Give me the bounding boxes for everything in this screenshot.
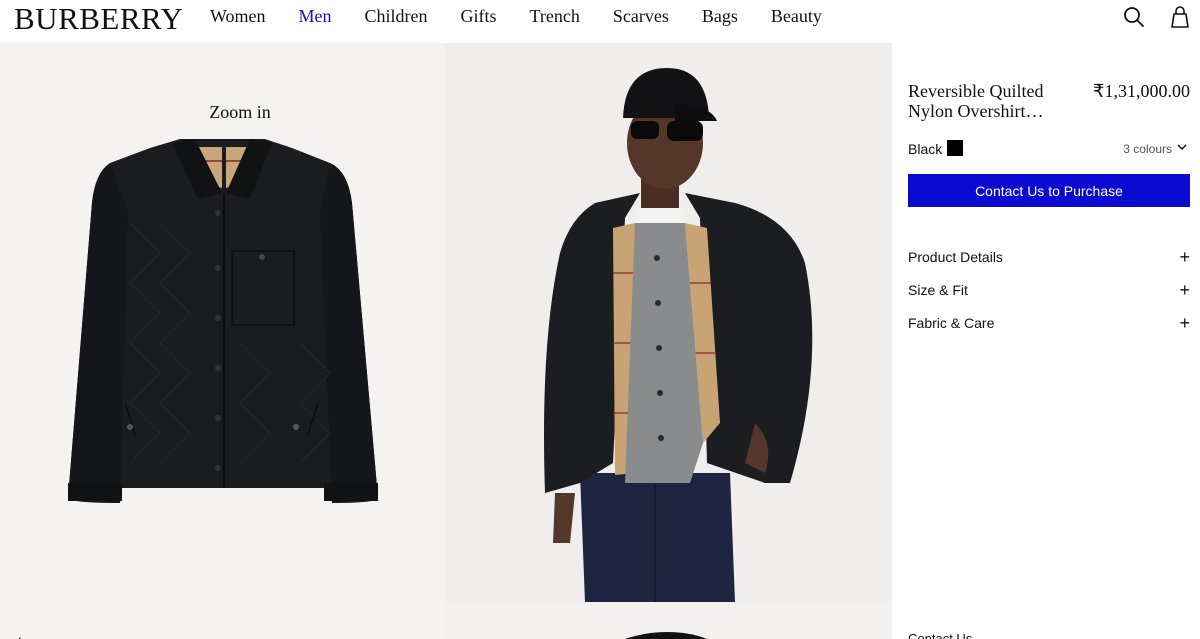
accordion-fabric-care[interactable]: Fabric & Care + [908, 312, 1190, 334]
jacket-flat-image [68, 139, 378, 503]
main-nav: Women Men Children Gifts Trench Scarves … [210, 6, 855, 27]
plus-icon: + [1179, 313, 1190, 333]
accordion-label: Product Details [908, 249, 1003, 265]
selected-colour-name: Black [908, 141, 943, 157]
gallery-image-model[interactable] [445, 43, 892, 602]
nav-item-bags[interactable]: Bags [702, 6, 738, 27]
site-header: BURBERRY Women Men Children Gifts Trench… [0, 0, 1200, 43]
nav-item-men[interactable]: Men [299, 6, 332, 27]
product-info-panel: Reversible Quilted Nylon Overshirt… ₹1,3… [892, 43, 1200, 639]
contact-us-link[interactable]: Contact Us [908, 631, 972, 639]
product-title: Reversible Quilted Nylon Overshirt… [908, 81, 1044, 121]
nav-item-gifts[interactable]: Gifts [461, 6, 497, 27]
nav-item-beauty[interactable]: Beauty [771, 6, 822, 27]
plus-icon: + [1179, 280, 1190, 300]
product-price: ₹1,31,000.00 [1093, 81, 1190, 101]
accordion-size-fit[interactable]: Size & Fit + [908, 279, 1190, 301]
colour-selector[interactable]: 3 colours [1123, 141, 1188, 156]
nav-item-women[interactable]: Women [210, 6, 266, 27]
previous-image-icon[interactable]: ‹ [17, 631, 22, 639]
chevron-down-icon [1176, 141, 1188, 156]
zoom-in-label[interactable]: Zoom in [0, 102, 480, 123]
brand-logo[interactable]: BURBERRY [14, 1, 183, 37]
model-image [544, 68, 813, 602]
next-image-preview [625, 632, 707, 639]
nav-item-scarves[interactable]: Scarves [613, 6, 669, 27]
nav-item-trench[interactable]: Trench [530, 6, 580, 27]
search-icon[interactable] [1122, 5, 1146, 29]
accordion-label: Size & Fit [908, 282, 968, 298]
accordion-label: Fabric & Care [908, 315, 995, 331]
gallery-image-next[interactable] [445, 602, 892, 639]
accordion-product-details[interactable]: Product Details + [908, 246, 1190, 268]
nav-item-children[interactable]: Children [365, 6, 428, 27]
colour-swatch[interactable] [947, 140, 963, 156]
colours-count-label: 3 colours [1123, 141, 1172, 156]
gallery-image-flat-jacket[interactable]: Zoom in ‹ [0, 43, 445, 639]
plus-icon: + [1179, 247, 1190, 267]
shopping-bag-icon[interactable] [1168, 5, 1192, 29]
contact-to-purchase-button[interactable]: Contact Us to Purchase [908, 174, 1190, 207]
